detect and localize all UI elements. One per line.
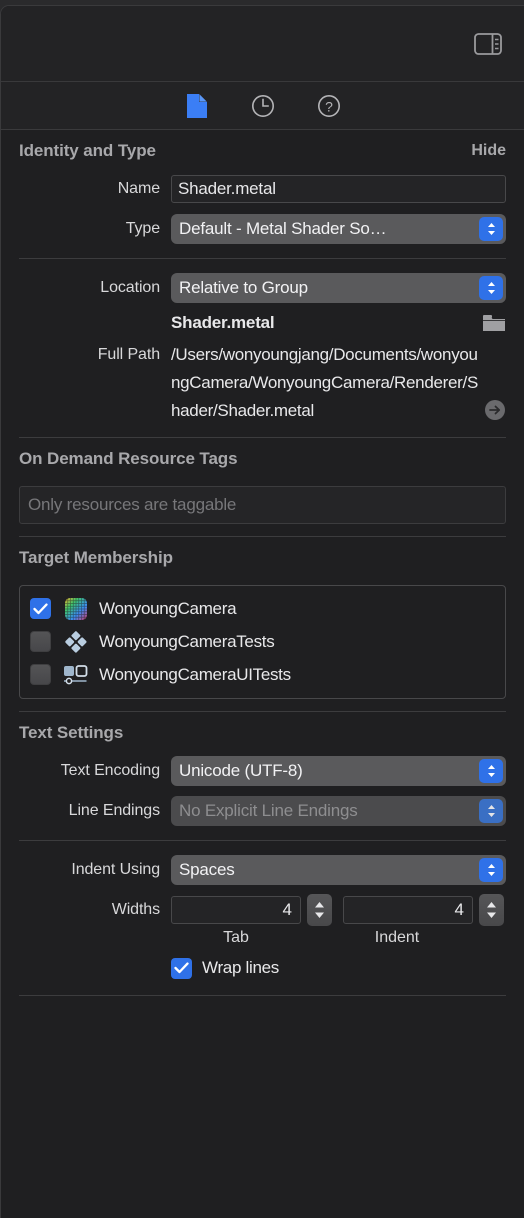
indent-width-input[interactable]: 4 (343, 896, 473, 924)
svg-text:?: ? (325, 98, 333, 114)
identity-hide-button[interactable]: Hide (471, 142, 506, 160)
wrap-lines-row[interactable]: Wrap lines (1, 947, 524, 989)
widths-sublabels: Tab Indent (1, 929, 524, 947)
target-checkbox[interactable] (30, 598, 51, 619)
widths-label: Widths (111, 901, 160, 918)
chevron-up-down-icon (479, 858, 503, 882)
location-file-name: Shader.metal (171, 313, 275, 332)
indent-using-value: Spaces (179, 860, 235, 879)
tab-width-input[interactable]: 4 (171, 896, 301, 924)
type-dropdown[interactable]: Default - Metal Shader So… (171, 214, 506, 244)
type-dropdown-value: Default - Metal Shader So… (179, 219, 387, 238)
name-input[interactable]: Shader.metal (171, 175, 506, 203)
chevron-up-down-icon (479, 799, 503, 823)
line-endings-row: Line Endings No Explicit Line Endings (1, 794, 524, 828)
indent-using-label: Indent Using (71, 861, 160, 878)
text-settings-section-header: Text Settings (1, 712, 524, 754)
folder-icon[interactable] (482, 313, 506, 333)
inspector-tab-bar: ? (1, 82, 524, 130)
indent-width-stepper[interactable] (479, 894, 504, 926)
target-checkbox[interactable] (30, 664, 51, 685)
name-label: Name (117, 180, 160, 197)
inspector-content: Identity and Type Hide Name Shader.metal… (1, 130, 524, 996)
type-label: Type (125, 220, 160, 237)
odr-tags-input[interactable]: Only resources are taggable (19, 486, 506, 524)
tab-sublabel: Tab (223, 929, 249, 946)
quick-help-inspector-tab[interactable]: ? (314, 91, 344, 121)
text-encoding-row: Text Encoding Unicode (UTF-8) (1, 754, 524, 788)
list-item-label: WonyoungCameraUITests (99, 664, 291, 684)
file-inspector-tab[interactable] (182, 91, 212, 121)
indent-using-row: Indent Using Spaces (1, 853, 524, 887)
indent-sublabel: Indent (374, 929, 420, 946)
location-file-row: Shader.metal (1, 305, 524, 341)
full-path-row: Full Path /Users/wonyoungjang/Documents/… (1, 341, 524, 425)
line-endings-dropdown[interactable]: No Explicit Line Endings (171, 796, 506, 826)
list-item[interactable]: WonyoungCameraUITests (20, 658, 505, 691)
list-item[interactable]: WonyoungCamera (20, 592, 505, 625)
name-row: Name Shader.metal (1, 172, 524, 206)
target-membership-section-title: Target Membership (19, 548, 173, 567)
location-dropdown-value: Relative to Group (179, 278, 308, 297)
inspector-panel: ? Identity and Type Hide Name Shader.met… (0, 5, 524, 1218)
toolbar (1, 6, 524, 82)
target-membership-list: WonyoungCamera WonyoungCameraTests Wonyo… (19, 585, 506, 699)
list-item-label: WonyoungCamera (99, 598, 237, 618)
text-encoding-value: Unicode (UTF-8) (179, 761, 303, 780)
identity-section-header: Identity and Type Hide (1, 130, 524, 172)
location-row: Location Relative to Group (1, 271, 524, 305)
location-dropdown[interactable]: Relative to Group (171, 273, 506, 303)
full-path-label: Full Path (97, 346, 160, 363)
wrap-lines-label: Wrap lines (202, 958, 279, 977)
target-membership-section-header: Target Membership (1, 537, 524, 579)
inspector-panel-toggle-icon[interactable] (469, 29, 507, 59)
list-item[interactable]: WonyoungCameraTests (20, 625, 505, 658)
line-endings-value: No Explicit Line Endings (179, 801, 358, 820)
location-label: Location (100, 279, 160, 296)
chevron-up-down-icon (479, 276, 503, 300)
history-inspector-tab[interactable] (248, 91, 278, 121)
widths-row: Widths 4 4 (1, 893, 524, 927)
text-encoding-dropdown[interactable]: Unicode (UTF-8) (171, 756, 506, 786)
divider (19, 995, 506, 996)
identity-section-title: Identity and Type (19, 141, 156, 160)
indent-using-dropdown[interactable]: Spaces (171, 855, 506, 885)
list-item-label: WonyoungCameraTests (99, 631, 275, 651)
chevron-up-down-icon (479, 217, 503, 241)
tab-width-stepper[interactable] (307, 894, 332, 926)
ui-test-window-icon (63, 664, 89, 686)
text-encoding-label: Text Encoding (60, 762, 160, 779)
unit-test-diamond-icon (63, 630, 89, 653)
text-settings-section-title: Text Settings (19, 723, 124, 742)
chevron-up-down-icon (479, 759, 503, 783)
wrap-lines-checkbox[interactable] (171, 957, 192, 979)
odr-section-header: On Demand Resource Tags (1, 438, 524, 480)
target-checkbox[interactable] (30, 631, 51, 652)
app-grid-icon (63, 597, 89, 620)
type-row: Type Default - Metal Shader So… (1, 212, 524, 246)
odr-section-title: On Demand Resource Tags (19, 449, 238, 468)
full-path-value: /Users/wonyoungjang/Documents/wonyoungCa… (171, 345, 478, 420)
reveal-in-finder-icon[interactable] (484, 399, 506, 421)
line-endings-label: Line Endings (68, 802, 160, 819)
